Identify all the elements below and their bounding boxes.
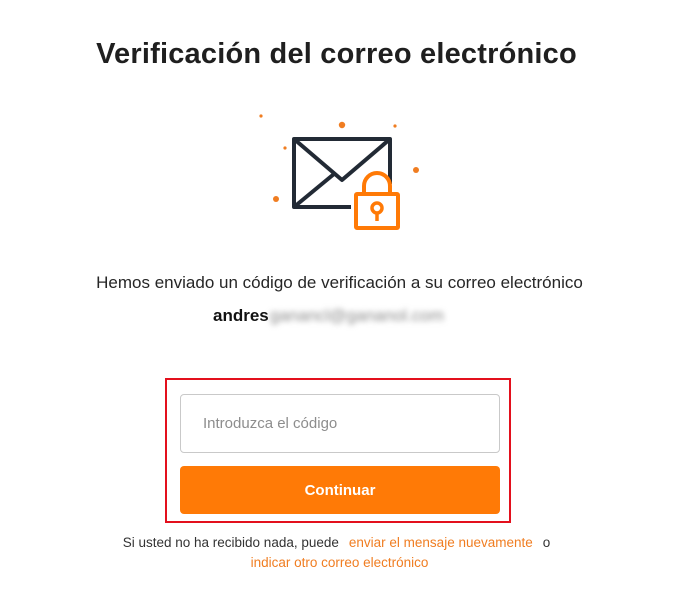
page-title: Verificación del correo electrónico xyxy=(96,38,577,70)
resend-message-link[interactable]: enviar el mensaje nuevamente xyxy=(349,535,533,550)
email-redacted-part: ganancl@gananol.com xyxy=(269,306,444,325)
footer-resend-line: Si usted no ha recibido nada, puede envia… xyxy=(0,535,673,550)
footer-change-email-line: indicar otro correo electrónico xyxy=(0,555,673,570)
email-lock-icon xyxy=(259,114,419,234)
continue-button[interactable]: Continuar xyxy=(180,466,500,514)
verification-sent-message: Hemos enviado un código de verificación … xyxy=(96,273,583,292)
email-visible-part: andres xyxy=(213,306,269,325)
footer-prefix: Si usted no ha recibido nada, puede xyxy=(122,535,339,550)
recipient-email: andresganancl@gananol.com xyxy=(213,306,444,326)
verification-code-input[interactable] xyxy=(180,394,500,453)
footer-conjunction: o xyxy=(542,535,551,550)
change-email-link[interactable]: indicar otro correo electrónico xyxy=(251,555,429,570)
email-lock-illustration xyxy=(256,110,426,238)
